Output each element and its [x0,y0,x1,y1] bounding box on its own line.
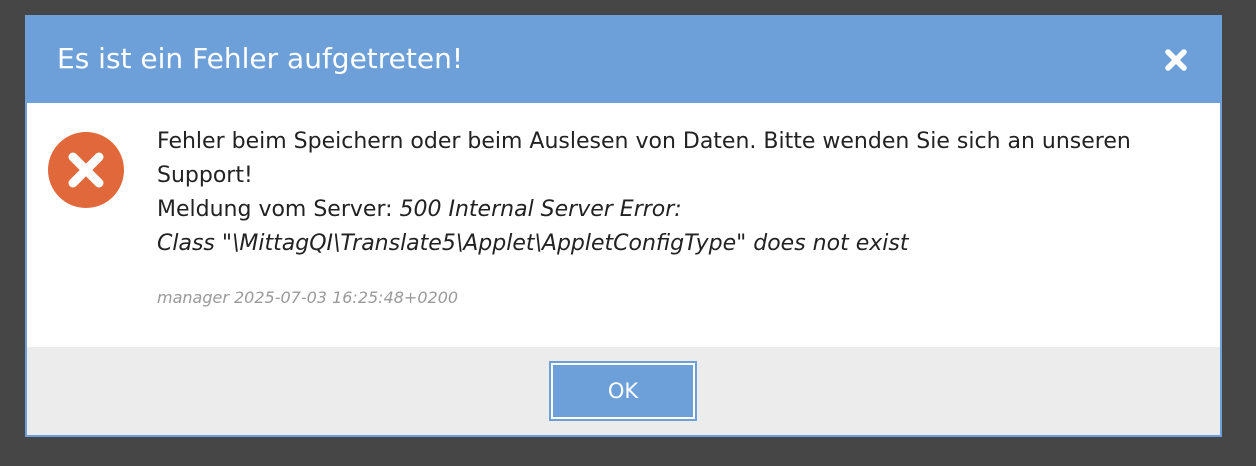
error-message-text: Fehler beim Speichern oder beim Auslesen… [157,129,1131,188]
server-error-code: 500 Internal Server Error: [399,197,682,222]
server-error-detail: Class "\MittagQI\Translate5\Applet\Apple… [157,231,909,256]
dialog-header: Es ist ein Fehler aufgetreten! [27,17,1220,103]
error-message: Fehler beim Speichern oder beim Auslesen… [157,125,1197,261]
dialog-body: Fehler beim Speichern oder beim Auslesen… [27,103,1220,347]
server-error-detail-line: Class "\MittagQI\Translate5\Applet\Apple… [157,227,1197,261]
dialog-footer: OK [27,347,1220,435]
ok-button[interactable]: OK [549,361,697,421]
server-message-prefix: Meldung vom Server: [157,197,400,222]
dialog-title: Es ist ein Fehler aufgetreten! [57,42,464,75]
close-icon[interactable] [1161,45,1191,75]
server-message: Meldung vom Server: 500 Internal Server … [157,193,1197,227]
error-meta-info: manager 2025-07-03 16:25:48+0200 [157,288,459,307]
error-dialog: Es ist ein Fehler aufgetreten! Fehler be… [25,15,1222,437]
error-x-circle-icon [47,131,125,209]
